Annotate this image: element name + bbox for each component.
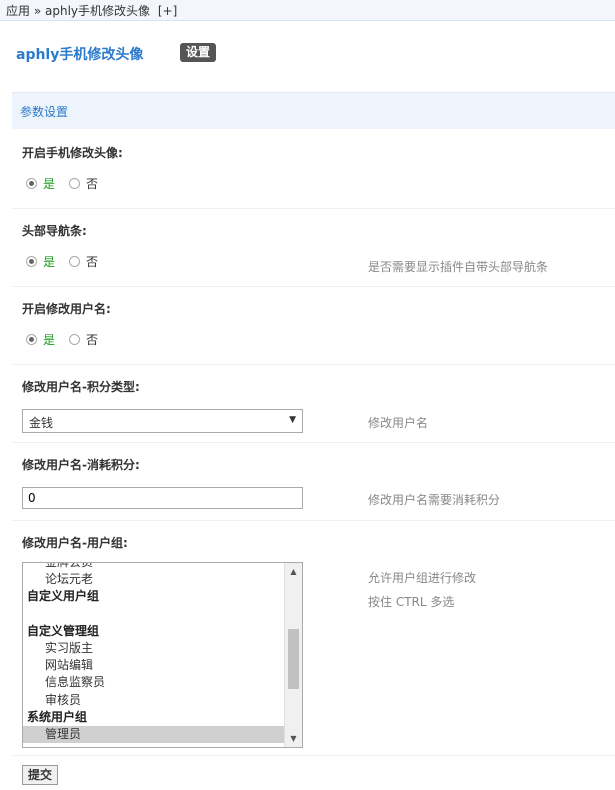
submit-button[interactable]: 提交 [22,765,59,785]
radio-yes-enable-avatar[interactable] [26,177,37,189]
listbox-scrollbar[interactable]: ▲ ▼ [284,563,302,747]
row-divider [12,364,615,365]
field-label-usergroups: 修改用户名-用户组: [22,536,128,550]
section-title: 参数设置 [20,105,69,119]
breadcrumb-current: aphly手机修改头像 [45,4,151,18]
credit-type-selected-value: 金钱 [29,416,54,430]
usergroup-optgroup-label: 自定义管理组 [27,623,100,638]
usergroup-optgroup-label: 系统用户组 [27,709,88,724]
usergroup-option[interactable]: 管理员 [23,725,285,744]
usergroup-option[interactable] [23,606,285,623]
row-divider [12,520,615,521]
usergroup-multiselect[interactable]: 金牌会员 论坛元老 自定义用户组 自定义管理组实习版主 网站编辑 信息监察员 审核员 系统用户… [22,562,303,748]
breadcrumb-separator: » [33,4,42,18]
section-header: 参数设置 [12,92,615,129]
scroll-down-arrow-icon[interactable]: ▼ [285,730,302,747]
radio-no-header-nav[interactable] [69,255,81,267]
field-comment-header-nav: 是否需要显示插件自带头部导航条 [368,260,549,274]
row-divider [12,286,615,287]
field-comment-usergroups: 允许用户组进行修改 [368,571,477,585]
radio-no-enable-rename[interactable] [69,333,81,345]
radio-label-no: 否 [86,332,99,347]
field-label-enable-rename: 开启修改用户名: [22,302,111,316]
row-divider [12,442,615,443]
breadcrumb-root-link[interactable]: 应用 [6,4,30,18]
field-comment-credit-cost: 修改用户名需要消耗积分 [368,493,501,507]
radio-label-yes: 是 [43,176,56,191]
radio-label-yes: 是 [43,254,56,269]
radio-no-enable-avatar[interactable] [69,177,81,189]
radio-label-yes: 是 [43,332,56,347]
usergroup-option[interactable]: 网站编辑 [23,657,285,674]
row-divider [12,755,615,756]
top-navigation-bar: 应用 » aphly手机修改头像 [+] [0,0,615,21]
radio-yes-enable-rename[interactable] [26,333,37,345]
field-label-credit-type: 修改用户名-积分类型: [22,380,140,394]
add-shortcut-link[interactable]: [+] [158,4,177,18]
field-label-enable-avatar: 开启手机修改头像: [22,146,123,160]
dropdown-arrow-icon: ▼ [289,415,296,425]
radio-group-enable-rename: 是 否 [26,331,112,347]
radio-label-no: 否 [86,254,99,269]
field-comment-credit-type: 修改用户名 [368,416,429,430]
credit-type-select[interactable]: 金钱 ▼ [22,409,303,433]
field-comment-usergroups-hint: 按住 CTRL 多选 [368,595,455,609]
credit-cost-input-wrapper [22,487,303,509]
scroll-up-arrow-icon[interactable]: ▲ [285,563,302,580]
radio-label-no: 否 [86,176,99,191]
usergroup-option[interactable]: 实习版主 [23,640,285,657]
radio-group-enable-avatar: 是 否 [26,175,112,191]
usergroup-option[interactable]: 审核员 [23,692,285,709]
settings-button[interactable]: 设置 [180,43,217,62]
radio-group-header-nav: 是 否 [26,253,112,269]
field-label-header-nav: 头部导航条: [22,224,87,238]
field-label-credit-cost: 修改用户名-消耗积分: [22,458,140,472]
scrollbar-thumb[interactable] [288,629,299,689]
usergroup-option[interactable]: 信息监察员 [23,674,285,691]
row-divider [12,208,615,209]
usergroup-option[interactable]: 论坛元老 [23,571,285,588]
page-title: aphly手机修改头像 [16,47,144,63]
radio-yes-header-nav[interactable] [26,255,37,267]
breadcrumb: 应用 » aphly手机修改头像 [+] [6,2,177,19]
credit-cost-input[interactable] [23,488,302,508]
usergroup-option[interactable]: 金牌会员 [23,563,285,571]
usergroup-option-list: 金牌会员 论坛元老 自定义用户组 自定义管理组实习版主 网站编辑 信息监察员 审核员 系统用户… [23,563,285,744]
usergroup-optgroup-label: 自定义用户组 [27,589,100,604]
